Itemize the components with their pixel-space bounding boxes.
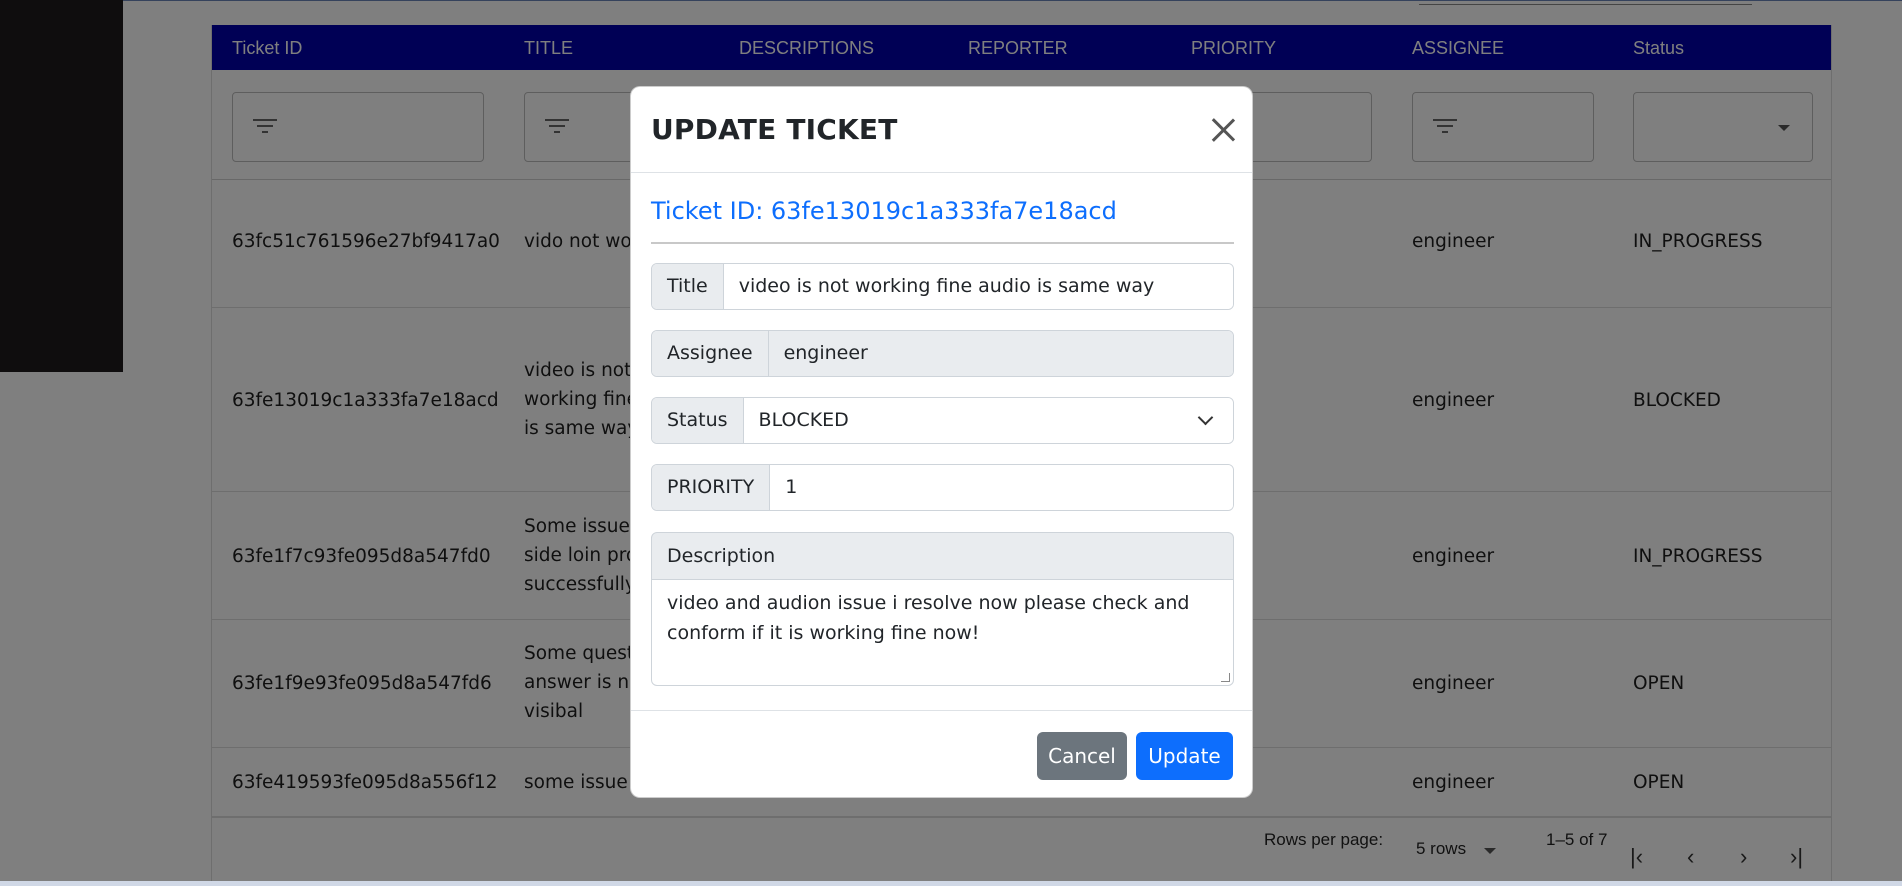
title-label: Title	[652, 264, 724, 309]
cancel-button[interactable]: Cancel	[1037, 732, 1127, 780]
priority-input[interactable]: 1	[770, 465, 1233, 510]
priority-input-group: PRIORITY 1	[651, 464, 1234, 511]
modal-title: UPDATE TICKET	[651, 113, 898, 146]
modal-header: UPDATE TICKET	[631, 87, 1252, 173]
ticket-id-text: Ticket ID: 63fe13019c1a333fa7e18acd	[651, 197, 1117, 225]
description-textarea[interactable]: video and audion issue i resolve now ple…	[651, 579, 1234, 686]
assignee-input: engineer	[768, 331, 1233, 376]
bottom-bar	[0, 881, 1902, 886]
page: Ticket ID TITLE DESCRIPTIONS REPORTER PR…	[0, 0, 1902, 886]
priority-label: PRIORITY	[652, 465, 771, 510]
resize-handle-icon[interactable]	[1221, 673, 1230, 682]
title-input[interactable]: video is not working fine audio is same …	[723, 264, 1233, 309]
assignee-label: Assignee	[652, 331, 769, 376]
status-input-group: Status BLOCKED	[651, 397, 1234, 444]
status-label: Status	[652, 398, 744, 443]
update-button[interactable]: Update	[1136, 732, 1233, 780]
title-input-group: Title video is not working fine audio is…	[651, 263, 1234, 310]
status-select[interactable]: BLOCKED	[743, 398, 1233, 443]
description-text: video and audion issue i resolve now ple…	[667, 592, 1190, 644]
update-ticket-modal: UPDATE TICKET Ticket ID: 63fe13019c1a333…	[630, 86, 1253, 798]
assignee-input-group: Assignee engineer	[651, 330, 1234, 377]
divider	[651, 242, 1234, 244]
modal-footer: Cancel Update	[631, 710, 1252, 798]
description-label: Description	[651, 532, 1234, 580]
close-icon[interactable]	[1210, 117, 1236, 143]
